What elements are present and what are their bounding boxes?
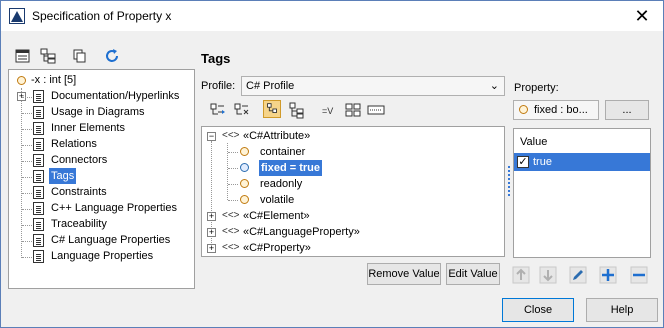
doc-icon bbox=[33, 154, 44, 167]
tag-icon bbox=[240, 179, 249, 188]
stereotype-icon: <<> bbox=[222, 226, 240, 237]
show-tags-with-values-icon[interactable] bbox=[263, 100, 281, 118]
tag-group-csharp-attribute[interactable]: «C#Attribute» bbox=[243, 128, 310, 144]
property-icon bbox=[17, 76, 26, 85]
tag-group-csharp-property[interactable]: «C#Property» bbox=[243, 240, 311, 256]
edit-value-button[interactable]: Edit Value bbox=[446, 263, 500, 285]
doc-icon bbox=[33, 250, 44, 263]
tree-item-cpp-properties[interactable]: C++ Language Properties bbox=[51, 200, 177, 216]
expand-all-icon[interactable] bbox=[209, 101, 227, 119]
help-button[interactable]: Help bbox=[586, 298, 658, 322]
list-view-icon[interactable] bbox=[14, 47, 32, 65]
expand-icon[interactable]: + bbox=[207, 244, 216, 253]
tag-readonly[interactable]: readonly bbox=[260, 176, 302, 192]
expand-icon[interactable]: + bbox=[207, 212, 216, 221]
doc-icon bbox=[33, 186, 44, 199]
tree-root-label[interactable]: -x : int [5] bbox=[31, 72, 76, 88]
doc-icon bbox=[33, 138, 44, 151]
property-field[interactable]: fixed : bo... bbox=[513, 100, 599, 120]
text-field-icon[interactable] bbox=[367, 101, 385, 119]
tag-icon bbox=[240, 163, 249, 172]
tree-item-usage[interactable]: Usage in Diagrams bbox=[51, 104, 145, 120]
tag-group-csharp-language-property[interactable]: «C#LanguageProperty» bbox=[243, 224, 360, 240]
app-icon bbox=[9, 8, 25, 24]
tree-item-csharp-properties[interactable]: C# Language Properties bbox=[51, 232, 170, 248]
stereotype-icon: <<> bbox=[222, 130, 240, 141]
edit-icon[interactable] bbox=[569, 266, 587, 284]
doc-icon bbox=[33, 202, 44, 215]
tree-item-traceability[interactable]: Traceability bbox=[51, 216, 107, 232]
page-title: Tags bbox=[201, 51, 231, 66]
add-icon[interactable] bbox=[599, 266, 617, 284]
close-button[interactable]: Close bbox=[502, 298, 574, 322]
doc-icon bbox=[33, 90, 44, 103]
tag-container[interactable]: container bbox=[260, 144, 305, 160]
hierarchy-icon[interactable] bbox=[288, 101, 306, 119]
value-checkbox[interactable]: ✓ bbox=[517, 156, 529, 168]
tag-icon bbox=[240, 147, 249, 156]
tree-item-tags[interactable]: Tags bbox=[49, 168, 77, 184]
move-up-icon[interactable] bbox=[512, 266, 530, 284]
doc-icon bbox=[33, 106, 44, 119]
property-value: fixed : bo... bbox=[534, 104, 588, 116]
doc-icon bbox=[33, 122, 44, 135]
doc-icon bbox=[33, 170, 44, 183]
tag-volatile[interactable]: volatile bbox=[260, 192, 294, 208]
tree-item-documentation[interactable]: Documentation/Hyperlinks bbox=[51, 88, 179, 104]
svg-text:=V: =V bbox=[322, 106, 333, 116]
window-title: Specification of Property x bbox=[32, 9, 172, 23]
value-text: true bbox=[533, 156, 552, 168]
tree-item-relations[interactable]: Relations bbox=[51, 136, 97, 152]
value-list: Value ✓ true bbox=[513, 128, 651, 258]
tree-item-inner-elements[interactable]: Inner Elements bbox=[51, 120, 125, 136]
chevron-down-icon: ⌄ bbox=[489, 80, 499, 92]
categories-tree: -x : int [5] + Documentation/Hyperlinks … bbox=[8, 69, 195, 289]
title-bar: Specification of Property x ✕ bbox=[1, 1, 663, 31]
expand-icon[interactable]: + bbox=[207, 228, 216, 237]
tag-icon bbox=[240, 195, 249, 204]
copy-icon[interactable] bbox=[71, 47, 89, 65]
tree-item-language-properties[interactable]: Language Properties bbox=[51, 248, 153, 264]
value-header: Value bbox=[520, 136, 548, 148]
tag-group-csharp-element[interactable]: «C#Element» bbox=[243, 208, 310, 224]
move-down-icon[interactable] bbox=[539, 266, 557, 284]
close-window-icon[interactable]: ✕ bbox=[631, 5, 653, 27]
assign-value-icon[interactable]: =V bbox=[321, 101, 339, 119]
profile-label: Profile: bbox=[201, 80, 236, 92]
remove-value-button[interactable]: Remove Value bbox=[367, 263, 441, 285]
spec-dialog: Specification of Property x ✕ -x : int [… bbox=[0, 0, 664, 328]
property-icon bbox=[519, 105, 528, 114]
tag-fixed[interactable]: fixed = true bbox=[259, 160, 322, 176]
doc-icon bbox=[33, 218, 44, 231]
stereotype-icon: <<> bbox=[222, 210, 240, 221]
collapse-icon[interactable]: − bbox=[207, 132, 216, 141]
grid-view-icon[interactable] bbox=[344, 101, 362, 119]
doc-icon bbox=[33, 234, 44, 247]
more-button[interactable]: ... bbox=[605, 100, 649, 120]
tree-item-connectors[interactable]: Connectors bbox=[51, 152, 107, 168]
remove-icon[interactable] bbox=[630, 266, 648, 284]
property-label: Property: bbox=[514, 82, 559, 94]
profile-value: C# Profile bbox=[246, 80, 295, 92]
collapse-all-icon[interactable] bbox=[233, 101, 251, 119]
profile-select[interactable]: C# Profile ⌄ bbox=[241, 76, 505, 96]
refresh-icon[interactable] bbox=[103, 47, 121, 65]
tree-view-icon[interactable] bbox=[39, 47, 57, 65]
stereotype-icon: <<> bbox=[222, 242, 240, 253]
splitter-handle[interactable] bbox=[508, 166, 510, 196]
tags-tree: − <<> «C#Attribute» container fixed = tr… bbox=[201, 126, 505, 257]
tree-item-constraints[interactable]: Constraints bbox=[51, 184, 107, 200]
